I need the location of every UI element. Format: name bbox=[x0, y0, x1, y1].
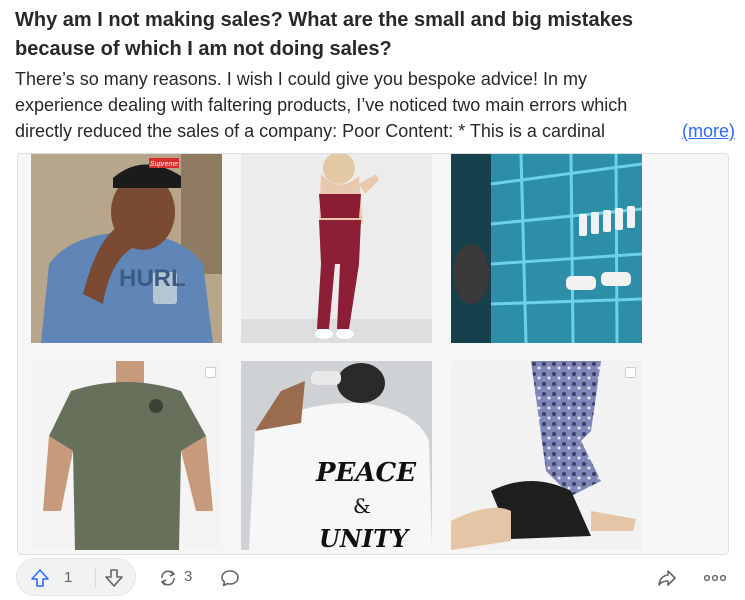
shirt-text-line3: UNITY bbox=[319, 524, 411, 550]
downvote-button[interactable] bbox=[103, 567, 125, 589]
photo-man-blue-tee: Supreme HURL bbox=[31, 154, 222, 343]
photo-leopard-leggings bbox=[451, 361, 642, 550]
downvote-arrow-icon bbox=[105, 569, 123, 587]
gallery-image-man-blue-tee[interactable]: Supreme HURL bbox=[31, 154, 222, 343]
reshare-button[interactable] bbox=[157, 567, 179, 589]
share-button[interactable] bbox=[656, 567, 678, 589]
photo-peace-unity-tee: PEACE & UNITY bbox=[241, 361, 432, 550]
shirt-text-line2: & bbox=[353, 494, 371, 518]
gallery-image-leopard-leggings[interactable] bbox=[451, 361, 642, 550]
select-checkbox[interactable] bbox=[625, 367, 636, 378]
photo-olive-tshirt bbox=[31, 361, 222, 550]
select-checkbox[interactable] bbox=[205, 367, 216, 378]
answer-excerpt[interactable]: There’s so many reasons. I wish I could … bbox=[15, 66, 735, 150]
shirt-print-text: HURL bbox=[119, 265, 186, 292]
reshare-count: 3 bbox=[184, 568, 193, 585]
excerpt-line-last: directly reduced the sales of a company:… bbox=[15, 118, 735, 144]
ellipsis-icon bbox=[704, 574, 726, 582]
photo-woman-activewear bbox=[241, 154, 432, 343]
excerpt-line: directly reduced the sales of a company:… bbox=[15, 121, 605, 141]
gallery-image-woman-activewear[interactable] bbox=[241, 154, 432, 343]
comment-button[interactable] bbox=[219, 567, 241, 589]
share-arrow-icon bbox=[658, 570, 676, 586]
gallery-image-peace-unity-tee[interactable]: PEACE & UNITY bbox=[241, 361, 432, 550]
vote-pill: 1 bbox=[16, 558, 136, 596]
excerpt-line: experience dealing with faltering produc… bbox=[15, 95, 628, 115]
question-title[interactable]: Why am I not making sales? What are the … bbox=[15, 6, 715, 64]
cap-logo-text: Supreme bbox=[150, 161, 179, 168]
gallery-image-textile-factory[interactable] bbox=[451, 154, 642, 343]
image-gallery: Supreme HURL PEACE & UNITY bbox=[17, 153, 729, 555]
upvote-button[interactable] bbox=[29, 567, 51, 589]
shirt-text-line1: PEACE bbox=[315, 458, 417, 488]
photo-textile-factory bbox=[451, 154, 642, 343]
gallery-image-olive-tshirt[interactable] bbox=[31, 361, 222, 550]
upvote-arrow-icon bbox=[31, 569, 49, 587]
more-link[interactable]: (more) bbox=[662, 118, 735, 144]
reshare-icon bbox=[160, 570, 176, 586]
upvote-count: 1 bbox=[64, 569, 73, 586]
excerpt-line: There’s so many reasons. I wish I could … bbox=[15, 69, 587, 89]
comment-bubble-icon bbox=[221, 570, 239, 587]
answer-action-bar: 1 3 bbox=[16, 558, 736, 596]
more-options-button[interactable] bbox=[702, 567, 728, 589]
vote-divider bbox=[95, 568, 96, 588]
